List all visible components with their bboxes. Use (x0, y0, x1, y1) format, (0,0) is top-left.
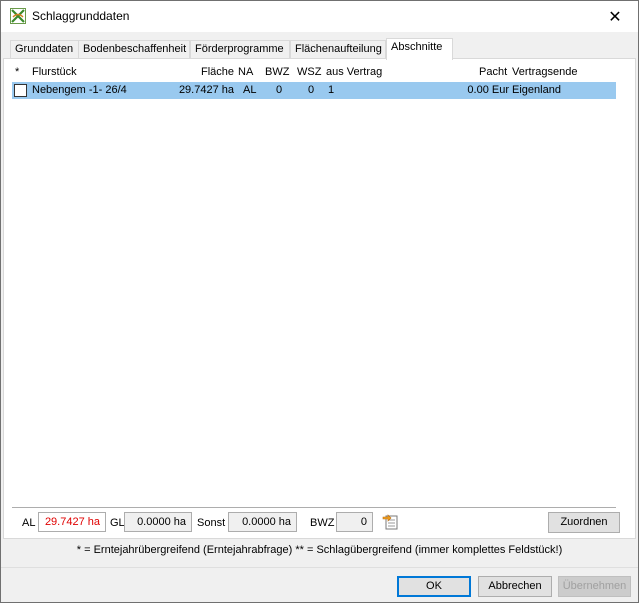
column-na[interactable]: NA (238, 66, 253, 78)
tab-panel-abschnitte: * Flurstück Fläche NA BWZ WSZ aus Vertra… (3, 58, 636, 539)
al-value: 29.7427 ha (38, 512, 106, 532)
column-star[interactable]: * (15, 66, 19, 78)
button-bar: OK Abbrechen Übernehmen (1, 567, 638, 602)
cell-pacht: 0.00 Eur (467, 84, 509, 96)
gl-value: 0.0000 ha (124, 512, 192, 532)
cell-wsz: 0 (308, 84, 315, 96)
bwz-value: 0 (336, 512, 373, 532)
row-checkbox[interactable] (14, 84, 27, 97)
sonst-value: 0.0000 ha (228, 512, 297, 532)
column-flaeche[interactable]: Fläche (201, 66, 234, 78)
assign-icon[interactable] (382, 513, 400, 531)
cell-flurstueck: Nebengem -1- 26/4 (32, 84, 127, 96)
tab-abschnitte[interactable]: Abschnitte (386, 38, 453, 60)
list-header: * Flurstück Fläche NA BWZ WSZ aus Vertra… (12, 63, 616, 81)
column-wsz[interactable]: WSZ (297, 66, 321, 78)
cell-na: AL (243, 84, 257, 96)
cell-vertragsende: Eigenland (512, 84, 561, 96)
ok-button[interactable]: OK (397, 576, 471, 597)
tab-flaechenaufteilung[interactable]: Flächenaufteilung (290, 40, 386, 59)
column-pacht[interactable]: Pacht (479, 66, 507, 78)
column-bwz[interactable]: BWZ (265, 66, 289, 78)
cell-bwz: 0 (276, 84, 283, 96)
cancel-button[interactable]: Abbrechen (478, 576, 552, 597)
bwz-label: BWZ (310, 517, 335, 529)
assign-button[interactable]: Zuordnen (548, 512, 620, 533)
table-row[interactable]: Nebengem -1- 26/4 29.7427 ha AL 0 0 1 0.… (12, 82, 616, 99)
al-label: AL (22, 517, 36, 529)
sonst-label: Sonst (197, 517, 226, 529)
window-title: Schlaggrunddaten (32, 9, 130, 23)
summary-bar: AL 29.7427 ha GL 0.0000 ha Sonst 0.0000 … (4, 507, 635, 537)
column-aus-vertrag[interactable]: aus Vertrag (326, 66, 382, 78)
apply-button[interactable]: Übernehmen (558, 576, 631, 597)
title-bar: Schlaggrunddaten ✕ (1, 1, 638, 32)
tab-foerderprogramme[interactable]: Förderprogramme (190, 40, 290, 59)
app-icon (10, 8, 26, 24)
tab-bodenbeschaffenheit[interactable]: Bodenbeschaffenheit (78, 40, 190, 59)
column-vertragsende[interactable]: Vertragsende (512, 66, 577, 78)
cell-aus-vertrag: 1 (328, 84, 335, 96)
tab-grunddaten[interactable]: Grunddaten (10, 40, 79, 59)
column-flurstueck[interactable]: Flurstück (32, 66, 77, 78)
legend-note: * = Erntejahrübergreifend (Erntejahrabfr… (76, 544, 563, 556)
close-icon[interactable]: ✕ (592, 1, 638, 32)
cell-flaeche: 29.7427 ha (178, 84, 234, 96)
dialog-window: Schlaggrunddaten ✕ Grunddaten Bodenbesch… (0, 0, 639, 603)
gl-label: GL (110, 517, 125, 529)
section-list[interactable]: * Flurstück Fläche NA BWZ WSZ aus Vertra… (12, 63, 616, 508)
